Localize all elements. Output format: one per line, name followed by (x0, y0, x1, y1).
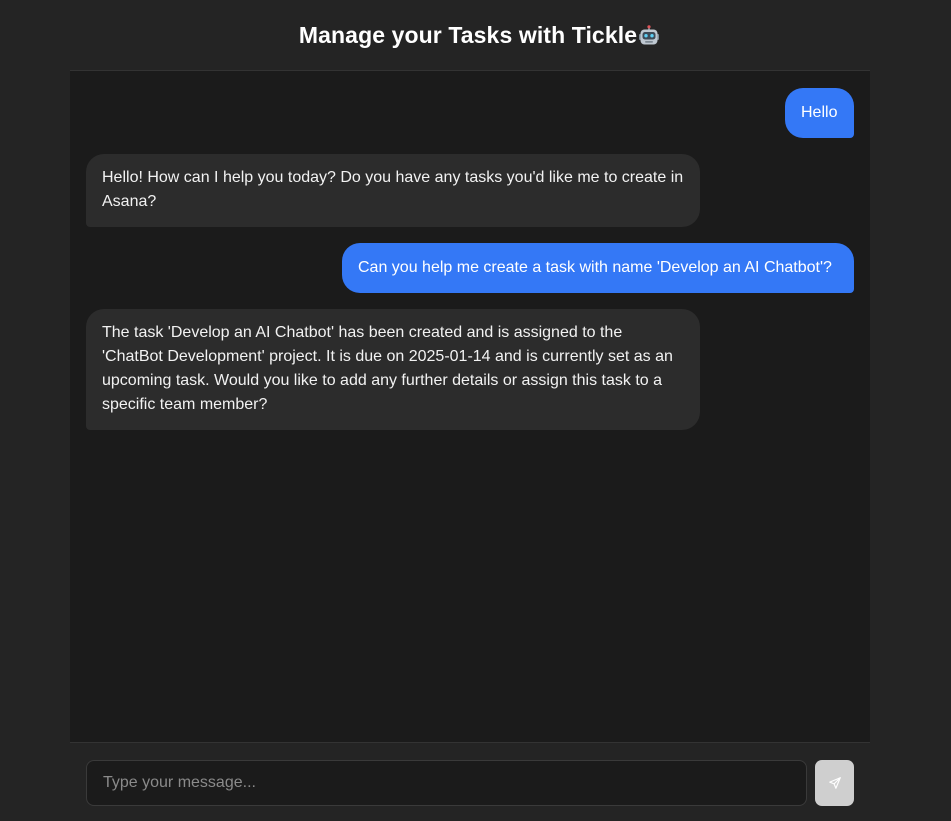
bot-message: The task 'Develop an AI Chatbot' has bee… (86, 309, 700, 430)
robot-icon (638, 24, 660, 47)
chat-window[interactable]: Hello Hello! How can I help you today? D… (70, 70, 870, 742)
send-button[interactable] (815, 760, 854, 806)
user-message: Can you help me create a task with name … (342, 243, 854, 293)
page-title: Manage your Tasks with Tickle (299, 22, 660, 49)
send-icon (828, 776, 842, 790)
message-input[interactable] (86, 760, 807, 806)
user-message: Hello (785, 88, 854, 138)
message-composer (70, 742, 870, 821)
header: Manage your Tasks with Tickle (0, 0, 951, 71)
bot-message: Hello! How can I help you today? Do you … (86, 154, 700, 227)
page-title-text: Manage your Tasks with Tickle (298, 22, 638, 48)
